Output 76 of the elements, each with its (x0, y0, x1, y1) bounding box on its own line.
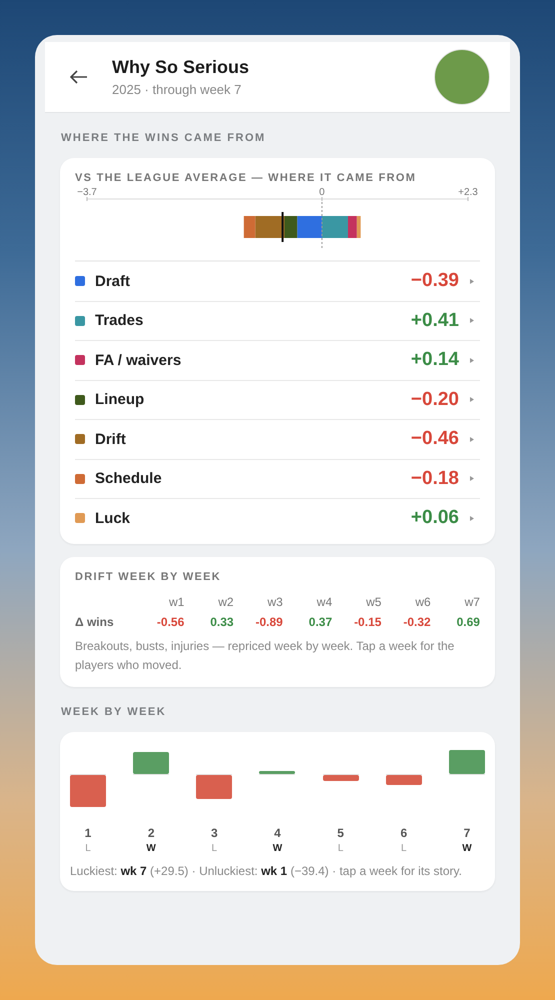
category-value: −0.46 (410, 428, 459, 450)
back-arrow-icon[interactable] (70, 70, 88, 84)
drift-value[interactable]: 0.37 (282, 614, 332, 628)
axis-tick-label: −3.7 (77, 187, 97, 198)
chevron-icon (470, 278, 474, 284)
week-bar[interactable] (386, 774, 422, 784)
week-result: L (85, 842, 91, 854)
row-label: Δ wins (75, 614, 115, 628)
drift-note: Breakouts, busts, injuries — repriced week by week. Tap a week for the players who moved. (75, 638, 456, 674)
week-result: W (272, 842, 282, 854)
drift-value[interactable]: 0.69 (430, 614, 480, 628)
category-name: Schedule (95, 470, 163, 488)
chevron-icon (470, 476, 474, 482)
net-marker (282, 212, 284, 242)
axis-tick-label: +2.3 (458, 187, 478, 198)
drift-value[interactable]: -0.32 (381, 614, 431, 628)
section-heading: WEEK BY WEEK (61, 706, 168, 718)
week-column-header: w3 (266, 594, 283, 608)
week-column-header: w1 (168, 594, 184, 608)
chevron-icon (470, 358, 474, 363)
category-value: −0.20 (410, 388, 459, 411)
chevron-icon (470, 436, 474, 442)
chevron-icon (470, 516, 474, 521)
week-column-header: w4 (316, 594, 332, 608)
week-number: 6 (400, 826, 408, 840)
week-column-header: w5 (365, 594, 382, 608)
week-bar[interactable] (448, 750, 485, 774)
week-result: L (212, 842, 218, 854)
category-name: Trades (95, 312, 144, 330)
week-result: L (338, 842, 344, 854)
category-value: +0.41 (410, 310, 459, 332)
week-result: W (146, 842, 156, 854)
week-result: W (462, 842, 472, 854)
team-title: Why So Serious (112, 57, 250, 78)
category-row[interactable]: Luck +0.06 (75, 499, 480, 538)
card-heading: VS THE LEAGUE AVERAGE — WHERE IT CAME FROM (75, 172, 418, 184)
category-row[interactable]: FA / waivers +0.14 (75, 341, 480, 380)
category-row[interactable]: Draft −0.39 (75, 262, 480, 302)
axis-tick-label: 0 (319, 187, 325, 198)
week-number: 4 (274, 826, 281, 840)
category-name: FA / waivers (95, 352, 182, 369)
week-column-header: w2 (217, 594, 234, 608)
category-value: +0.06 (410, 507, 459, 530)
drift-value[interactable]: -0.15 (332, 614, 382, 628)
week-number: 1 (84, 826, 92, 840)
week-number: 3 (210, 826, 218, 840)
drift-value[interactable]: -0.89 (234, 614, 283, 628)
luck-summary: Luckiest: wk 7 (+29.5) · Unluckiest: wk 1 (−39.4) · tap a week for its story. (70, 862, 463, 880)
week-column-header: w7 (464, 594, 480, 608)
week-number: 5 (337, 826, 344, 840)
card-heading: DRIFT WEEK BY WEEK (75, 570, 222, 582)
week-result: L (401, 842, 407, 854)
drift-value[interactable]: 0.33 (184, 614, 234, 628)
category-value: +0.14 (410, 349, 459, 372)
drift-value[interactable]: -0.56 (135, 614, 184, 628)
week-bar[interactable] (196, 774, 232, 798)
week-column-header: w6 (414, 594, 431, 608)
week-number: 2 (148, 826, 154, 840)
category-value: −0.39 (410, 270, 459, 292)
chevron-icon (470, 318, 474, 324)
category-name: Luck (95, 510, 132, 527)
category-value: −0.18 (410, 468, 459, 490)
category-row[interactable]: Trades +0.41 (75, 302, 480, 341)
week-bar[interactable] (133, 752, 170, 774)
category-name: Draft (95, 272, 132, 290)
season-subtitle: 2025 · through week 7 (112, 82, 242, 97)
category-name: Drift (95, 430, 127, 448)
section-heading: WHERE THE WINS CAME FROM (61, 132, 267, 144)
chevron-icon (470, 397, 474, 402)
category-row[interactable]: Drift −0.46 (75, 420, 480, 460)
week-number: 7 (464, 826, 470, 840)
category-row[interactable]: Lineup −0.20 (75, 380, 480, 420)
week-bar[interactable] (259, 770, 296, 774)
zero-line (321, 202, 322, 250)
category-name: Lineup (95, 391, 146, 408)
category-row[interactable]: Schedule −0.18 (75, 460, 480, 499)
